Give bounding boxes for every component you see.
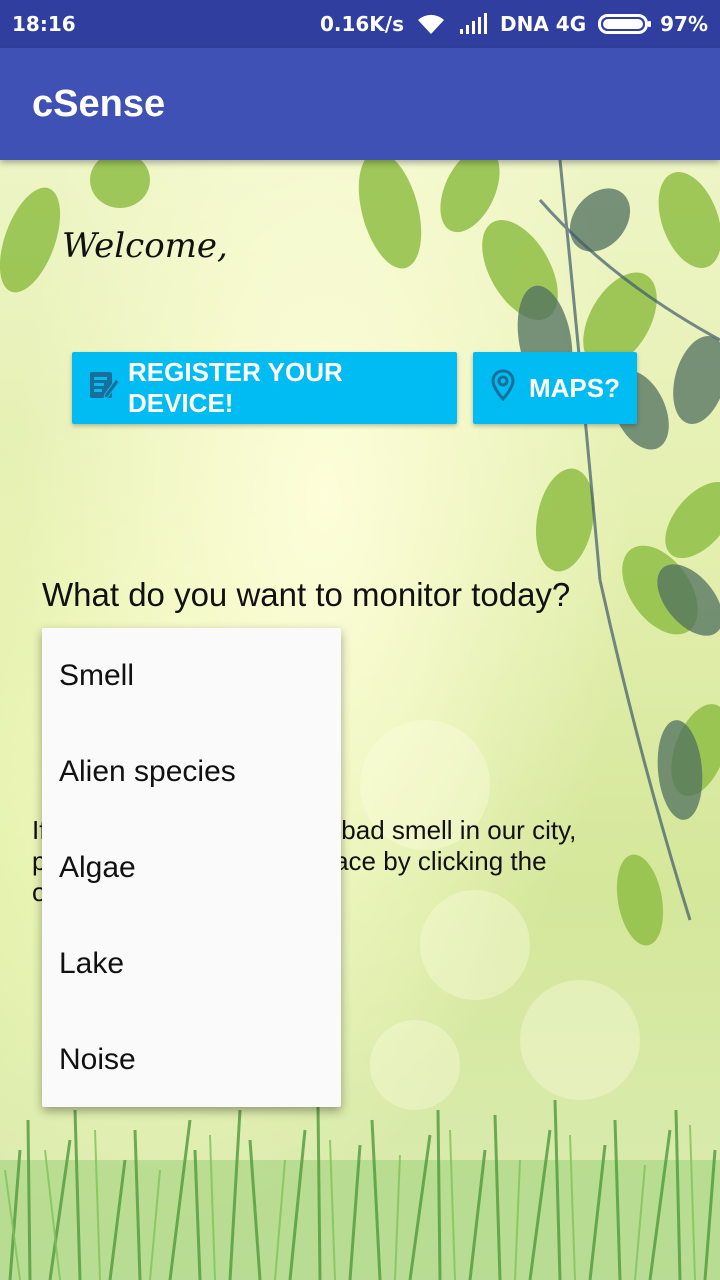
- maps-button[interactable]: MAPS?: [473, 352, 637, 424]
- battery-percent: 97%: [660, 12, 708, 36]
- monitor-question: What do you want to monitor today?: [42, 576, 571, 613]
- edit-note-icon: [88, 369, 120, 408]
- wifi-icon: [416, 13, 446, 35]
- dropdown-option-noise[interactable]: Noise: [42, 1012, 341, 1108]
- background-grass: [0, 1099, 720, 1280]
- battery: 97%: [598, 12, 708, 36]
- battery-icon: [598, 13, 652, 35]
- dropdown-option-algae[interactable]: Algae: [42, 820, 341, 916]
- app-title: cSense: [32, 82, 166, 125]
- signal-icon: [458, 13, 488, 35]
- network-label: DNA 4G: [500, 12, 587, 36]
- status-bar: 18:16 0.16K/s DNA 4G 97%: [0, 0, 720, 48]
- dropdown-option-smell[interactable]: Smell: [42, 628, 341, 724]
- network-speed: 0.16K/s: [319, 12, 404, 36]
- location-pin-icon: [491, 368, 515, 408]
- maps-label: MAPS?: [529, 372, 620, 403]
- dropdown-option-lake[interactable]: Lake: [42, 916, 341, 1012]
- monitor-dropdown-menu: Smell Alien species Algae Lake Noise: [42, 628, 341, 1107]
- dropdown-option-alien-species[interactable]: Alien species: [42, 724, 341, 820]
- register-device-button[interactable]: REGISTER YOUR DEVICE!: [72, 352, 457, 424]
- status-time: 18:16: [12, 12, 76, 36]
- app-bar: cSense: [0, 48, 720, 160]
- register-device-label: REGISTER YOUR DEVICE!: [128, 357, 343, 418]
- status-icons: 0.16K/s DNA 4G 97%: [320, 12, 708, 36]
- welcome-text: Welcome,: [62, 226, 228, 266]
